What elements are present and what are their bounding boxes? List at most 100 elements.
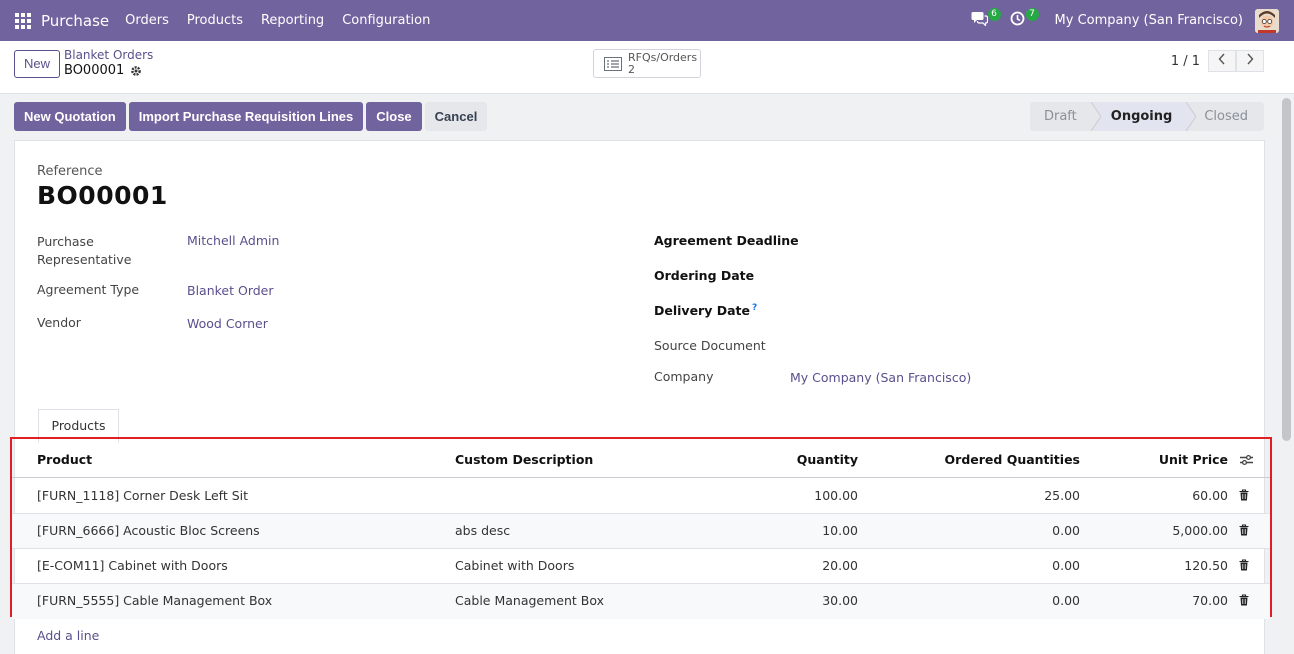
cell-unit-price[interactable]: 5,000.00 xyxy=(1172,514,1228,548)
action-buttons: New Quotation Import Purchase Requisitio… xyxy=(14,102,488,131)
pager-previous-button[interactable] xyxy=(1208,50,1236,72)
delivery-date-label: Delivery Date xyxy=(654,303,750,319)
table-row[interactable]: [FURN_5555] Cable Management Box Cable M… xyxy=(12,584,1270,619)
table-row[interactable]: [FURN_6666] Acoustic Bloc Screens abs de… xyxy=(12,514,1270,549)
menu-products[interactable]: Products xyxy=(187,13,243,28)
cell-quantity[interactable]: 10.00 xyxy=(822,514,858,548)
add-line-link[interactable]: Add a line xyxy=(37,628,99,643)
reference-value[interactable]: BO00001 xyxy=(37,181,168,210)
company-field[interactable]: My Company (San Francisco) xyxy=(790,370,971,385)
activities-button[interactable]: 7 xyxy=(1007,7,1039,32)
breadcrumb-parent[interactable]: Blanket Orders xyxy=(64,48,153,62)
breadcrumb-current-wrap: BO00001 xyxy=(64,63,153,78)
cell-description[interactable]: Cable Management Box xyxy=(455,584,604,618)
reference-label: Reference xyxy=(37,164,103,179)
cell-unit-price[interactable]: 120.50 xyxy=(1184,549,1228,583)
chat-icon xyxy=(971,11,989,30)
breadcrumb: Blanket Orders BO00001 xyxy=(64,48,153,78)
pager-value[interactable]: 1 / 1 xyxy=(1171,54,1200,69)
products-table: Product Custom Description Quantity Orde… xyxy=(10,437,1272,619)
stage-draft[interactable]: Draft xyxy=(1029,102,1091,131)
source-document-label: Source Document xyxy=(654,338,766,353)
stage-ongoing[interactable]: Ongoing xyxy=(1100,102,1187,131)
cell-unit-price[interactable]: 70.00 xyxy=(1192,584,1228,618)
close-button[interactable]: Close xyxy=(366,102,422,131)
agreement-deadline-label: Agreement Deadline xyxy=(654,233,799,248)
company-switcher[interactable]: My Company (San Francisco) xyxy=(1055,13,1243,28)
ordering-date-field[interactable] xyxy=(790,268,1090,284)
cell-ordered: 25.00 xyxy=(1044,488,1080,503)
stage-separator xyxy=(1186,102,1197,131)
table-row[interactable]: [FURN_1118] Corner Desk Left Sit 100.00 … xyxy=(12,479,1270,514)
import-lines-button[interactable]: Import Purchase Requisition Lines xyxy=(128,102,364,131)
menu-orders[interactable]: Orders xyxy=(125,13,169,28)
table-row[interactable]: [E-COM11] Cabinet with Doors Cabinet wit… xyxy=(12,549,1270,584)
column-header-quantity[interactable]: Quantity xyxy=(797,443,858,477)
cell-ordered: 0.00 xyxy=(1052,593,1080,608)
smart-button-label: RFQs/Orders xyxy=(628,50,698,64)
menu-reporting[interactable]: Reporting xyxy=(261,13,324,28)
smart-button-count: 2 xyxy=(628,62,635,76)
cell-quantity[interactable]: 20.00 xyxy=(822,549,858,583)
cell-description[interactable]: Cabinet with Doors xyxy=(455,549,574,583)
trash-icon[interactable] xyxy=(1239,524,1249,536)
smart-button-text: RFQs/Orders 2 xyxy=(628,50,698,76)
control-panel: New Blanket Orders BO00001 RFQs/Orders 2… xyxy=(0,41,1294,94)
cancel-button[interactable]: Cancel xyxy=(424,102,488,131)
ordering-date-label: Ordering Date xyxy=(654,268,755,283)
cell-description[interactable]: abs desc xyxy=(455,514,510,548)
list-icon xyxy=(604,56,622,71)
column-header-description[interactable]: Custom Description xyxy=(455,443,593,477)
gear-icon[interactable] xyxy=(130,65,142,77)
cell-product[interactable]: [FURN_6666] Acoustic Bloc Screens xyxy=(37,514,260,548)
purchase-representative-label: Purchase Representative xyxy=(37,233,131,269)
new-button[interactable]: New xyxy=(14,50,61,78)
cell-unit-price[interactable]: 60.00 xyxy=(1192,479,1228,513)
rfqs-orders-smart-button[interactable]: RFQs/Orders 2 xyxy=(593,49,701,78)
delivery-date-field[interactable] xyxy=(790,303,1090,319)
menu-configuration[interactable]: Configuration xyxy=(342,13,430,28)
status-bar: Draft Ongoing Closed xyxy=(1029,102,1264,131)
agreement-deadline-field[interactable] xyxy=(790,233,1090,249)
column-header-product[interactable]: Product xyxy=(37,443,92,477)
pager-next-button[interactable] xyxy=(1236,50,1264,72)
source-document-field[interactable] xyxy=(790,338,1090,354)
cell-product[interactable]: [FURN_1118] Corner Desk Left Sit xyxy=(37,479,248,513)
trash-icon[interactable] xyxy=(1239,594,1249,606)
messages-button[interactable]: 6 xyxy=(969,7,1001,32)
breadcrumb-current: BO00001 xyxy=(64,63,125,78)
activities-badge: 7 xyxy=(1025,7,1039,21)
chevron-left-icon xyxy=(1218,53,1226,69)
activity-clock-icon xyxy=(1010,11,1025,30)
label-line: Representative xyxy=(37,252,132,267)
apps-grid-icon[interactable] xyxy=(15,12,31,29)
messages-badge: 6 xyxy=(987,7,1001,21)
cell-ordered: 0.00 xyxy=(1052,523,1080,538)
scrollbar-thumb[interactable] xyxy=(1282,98,1291,441)
cell-product[interactable]: [E-COM11] Cabinet with Doors xyxy=(37,549,228,583)
cell-quantity[interactable]: 100.00 xyxy=(814,479,858,513)
trash-icon[interactable] xyxy=(1239,559,1249,571)
help-tooltip-icon[interactable]: ? xyxy=(752,303,757,313)
avatar[interactable] xyxy=(1255,8,1279,33)
cell-quantity[interactable]: 30.00 xyxy=(822,584,858,618)
app-brand[interactable]: Purchase xyxy=(41,12,109,30)
new-quotation-button[interactable]: New Quotation xyxy=(14,102,126,131)
stage-separator xyxy=(1090,102,1101,131)
column-options-icon[interactable] xyxy=(1240,454,1253,466)
vendor-field[interactable]: Wood Corner xyxy=(187,316,268,331)
stage-closed[interactable]: Closed xyxy=(1196,102,1264,131)
purchase-representative-field[interactable]: Mitchell Admin xyxy=(187,233,279,248)
agreement-type-label: Agreement Type xyxy=(37,282,140,297)
table-header: Product Custom Description Quantity Orde… xyxy=(12,443,1270,478)
label-line: Purchase xyxy=(37,234,94,249)
company-label: Company xyxy=(654,369,714,384)
trash-icon[interactable] xyxy=(1239,489,1249,501)
pager: 1 / 1 xyxy=(1171,50,1264,72)
column-header-ordered[interactable]: Ordered Quantities xyxy=(945,443,1080,477)
agreement-type-field[interactable]: Blanket Order xyxy=(187,283,274,298)
cell-product[interactable]: [FURN_5555] Cable Management Box xyxy=(37,584,272,618)
cell-ordered: 0.00 xyxy=(1052,558,1080,573)
chevron-right-icon xyxy=(1246,53,1254,69)
column-header-unit-price[interactable]: Unit Price xyxy=(1159,443,1228,477)
